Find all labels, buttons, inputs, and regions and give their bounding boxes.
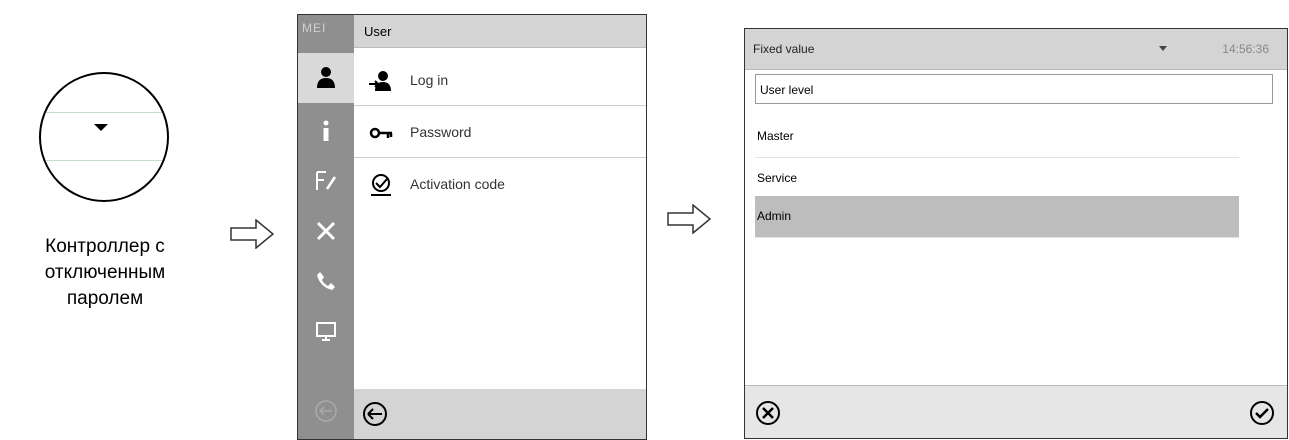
caption-line: Контроллер с bbox=[45, 236, 165, 257]
screen-footer bbox=[745, 385, 1287, 438]
list-header: User level bbox=[755, 74, 1273, 104]
tab-user[interactable] bbox=[298, 53, 354, 103]
menu-item-label: Log in bbox=[410, 72, 449, 88]
user-level-list: User level Master Service Admin bbox=[755, 74, 1275, 379]
option-service[interactable]: Service bbox=[755, 158, 1239, 200]
menu-item-label: Activation code bbox=[410, 176, 505, 192]
menu-item-activation-code[interactable]: Activation code bbox=[354, 161, 646, 209]
tab-info[interactable] bbox=[298, 107, 354, 157]
screen-header: Fixed value 14:56:36 bbox=[745, 29, 1287, 70]
arrow-right-icon bbox=[667, 204, 711, 234]
tools-icon bbox=[316, 221, 336, 241]
top-label: MEI bbox=[302, 21, 327, 35]
confirm-icon[interactable] bbox=[1249, 400, 1275, 426]
sidebar: MEI bbox=[298, 15, 354, 439]
phone-icon bbox=[317, 272, 335, 290]
caption: Контроллер с отключенным паролем bbox=[10, 234, 200, 312]
edit-icon bbox=[316, 171, 337, 190]
divider bbox=[41, 160, 167, 161]
caption-line: отключенным bbox=[44, 262, 166, 283]
divider bbox=[41, 112, 167, 113]
back-icon[interactable] bbox=[362, 401, 388, 427]
option-master[interactable]: Master bbox=[755, 116, 1239, 158]
controller-zoom-circle bbox=[39, 72, 169, 202]
back-icon bbox=[315, 400, 337, 422]
cancel-icon[interactable] bbox=[755, 400, 781, 426]
option-label: Admin bbox=[757, 209, 792, 223]
tab-back-disabled bbox=[298, 387, 354, 437]
arrow-right-icon bbox=[230, 219, 274, 249]
clock-time: 14:56:36 bbox=[1222, 42, 1269, 56]
key-icon bbox=[369, 127, 393, 139]
tab-phone[interactable] bbox=[298, 257, 354, 307]
header-title: Fixed value bbox=[753, 42, 815, 56]
list-header-label: User level bbox=[760, 83, 814, 97]
menu-item-label: Password bbox=[410, 124, 472, 140]
user-level-screen: Fixed value 14:56:36 User level Master S… bbox=[744, 28, 1288, 439]
activation-icon bbox=[371, 174, 391, 196]
monitor-icon bbox=[316, 322, 336, 341]
info-icon bbox=[323, 120, 329, 141]
chevron-down-icon[interactable] bbox=[1159, 46, 1167, 51]
tab-tools[interactable] bbox=[298, 207, 354, 257]
option-label: Master bbox=[757, 129, 794, 143]
triangle-down-icon[interactable] bbox=[94, 124, 108, 131]
login-icon bbox=[369, 71, 391, 91]
menu-item-login[interactable]: Log in bbox=[354, 57, 646, 106]
tab-monitor[interactable] bbox=[298, 307, 354, 357]
option-admin[interactable]: Admin bbox=[755, 196, 1239, 238]
menu-item-password[interactable]: Password bbox=[354, 109, 646, 158]
screen-header: User bbox=[354, 15, 646, 48]
user-menu-screen: MEI User Log in Password Activation code bbox=[297, 14, 647, 440]
caption-line: паролем bbox=[66, 288, 144, 309]
tab-edit[interactable] bbox=[298, 157, 354, 207]
screen-footer bbox=[354, 389, 646, 439]
header-title: User bbox=[364, 24, 392, 39]
option-label: Service bbox=[757, 171, 798, 185]
user-icon bbox=[317, 67, 335, 88]
